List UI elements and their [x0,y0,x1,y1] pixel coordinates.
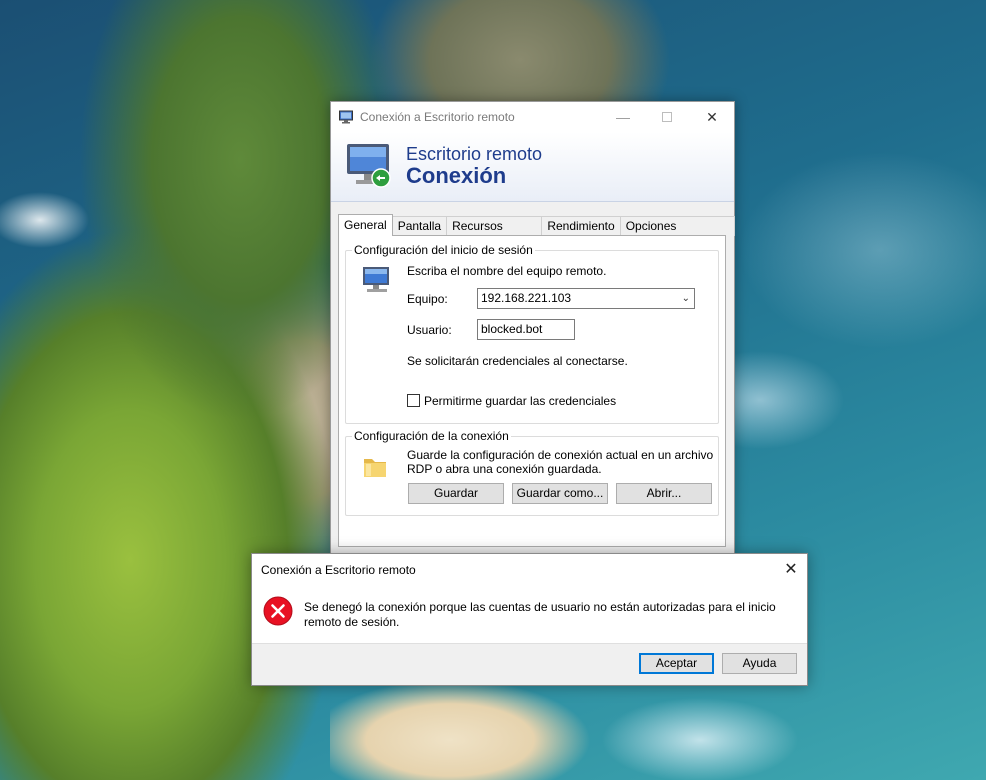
rdp-titlebar[interactable]: Conexión a Escritorio remoto — ✕ [331,102,734,132]
connection-settings-group: Configuración de la conexión Guarde la c… [345,429,719,516]
maximize-icon [662,112,672,122]
folder-icon [364,459,386,477]
error-dialog: Conexión a Escritorio remoto ✕ Se denegó… [251,553,808,686]
close-icon: ✕ [706,108,718,125]
login-settings-legend: Configuración del inicio de sesión [352,243,535,257]
minimize-button[interactable]: — [600,102,646,132]
connection-description-line2: RDP o abra una conexión guardada. [407,462,602,476]
save-credentials-checkbox[interactable] [407,394,420,407]
open-button[interactable]: Abrir... [616,483,712,504]
tab-general[interactable]: General [338,214,393,236]
connection-description-line1: Guarde la configuración de conexión actu… [407,448,714,462]
error-dialog-title: Conexión a Escritorio remoto [261,563,416,577]
dialog-close-button[interactable]: ✕ [775,554,807,584]
maximize-button[interactable] [644,102,690,132]
user-value: blocked.bot [481,322,543,336]
save-as-button[interactable]: Guardar como... [512,483,608,504]
login-instruction: Escriba el nombre del equipo remoto. [407,264,607,278]
save-button[interactable]: Guardar [408,483,504,504]
ok-button[interactable]: Aceptar [639,653,714,674]
wallpaper-beach [330,680,590,780]
tab-display[interactable]: Pantalla [391,216,448,236]
credentials-note: Se solicitarán credenciales al conectars… [407,354,628,368]
minimize-icon: — [616,109,630,125]
rdp-window-title: Conexión a Escritorio remoto [360,110,515,124]
remote-desktop-icon [347,144,391,188]
chevron-down-icon[interactable]: ⌄ [682,292,690,305]
help-button[interactable]: Ayuda [722,653,797,674]
tab-advanced[interactable]: Opciones avanzadas [619,216,735,251]
user-input[interactable]: blocked.bot [477,319,575,340]
computer-combobox[interactable]: 192.168.221.103 ⌄ [477,288,695,309]
tab-performance[interactable]: Rendimiento [541,216,621,236]
rdp-banner: Escritorio remoto Conexión [331,132,734,202]
monitor-icon [363,267,389,292]
error-message-line1: Se denegó la conexión porque las cuentas… [304,600,776,614]
tab-strip: General Pantalla Recursos locales Rendim… [338,214,735,251]
general-tab-panel: Configuración del inicio de sesión Escri… [338,235,726,547]
rdp-window: Conexión a Escritorio remoto — ✕ Escrito… [330,101,735,556]
tab-local-resources[interactable]: Recursos locales [446,216,543,251]
error-message: Se denegó la conexión porque las cuentas… [304,600,784,630]
login-settings-group: Configuración del inicio de sesión Escri… [345,243,719,424]
error-message-line2: remoto de sesión. [304,615,400,629]
connection-settings-legend: Configuración de la conexión [352,429,511,443]
error-icon [263,596,293,626]
user-label: Usuario: [407,323,452,337]
dialog-footer: Aceptar Ayuda [252,643,807,685]
remote-desktop-icon [339,110,353,124]
close-button[interactable]: ✕ [689,102,735,132]
close-icon: ✕ [784,561,798,578]
computer-label: Equipo: [407,292,448,306]
save-credentials-label[interactable]: Permitirme guardar las credenciales [424,394,616,408]
banner-title-line2: Conexión [406,163,507,188]
computer-value: 192.168.221.103 [481,291,572,305]
banner-title-line1: Escritorio remoto [406,144,543,164]
